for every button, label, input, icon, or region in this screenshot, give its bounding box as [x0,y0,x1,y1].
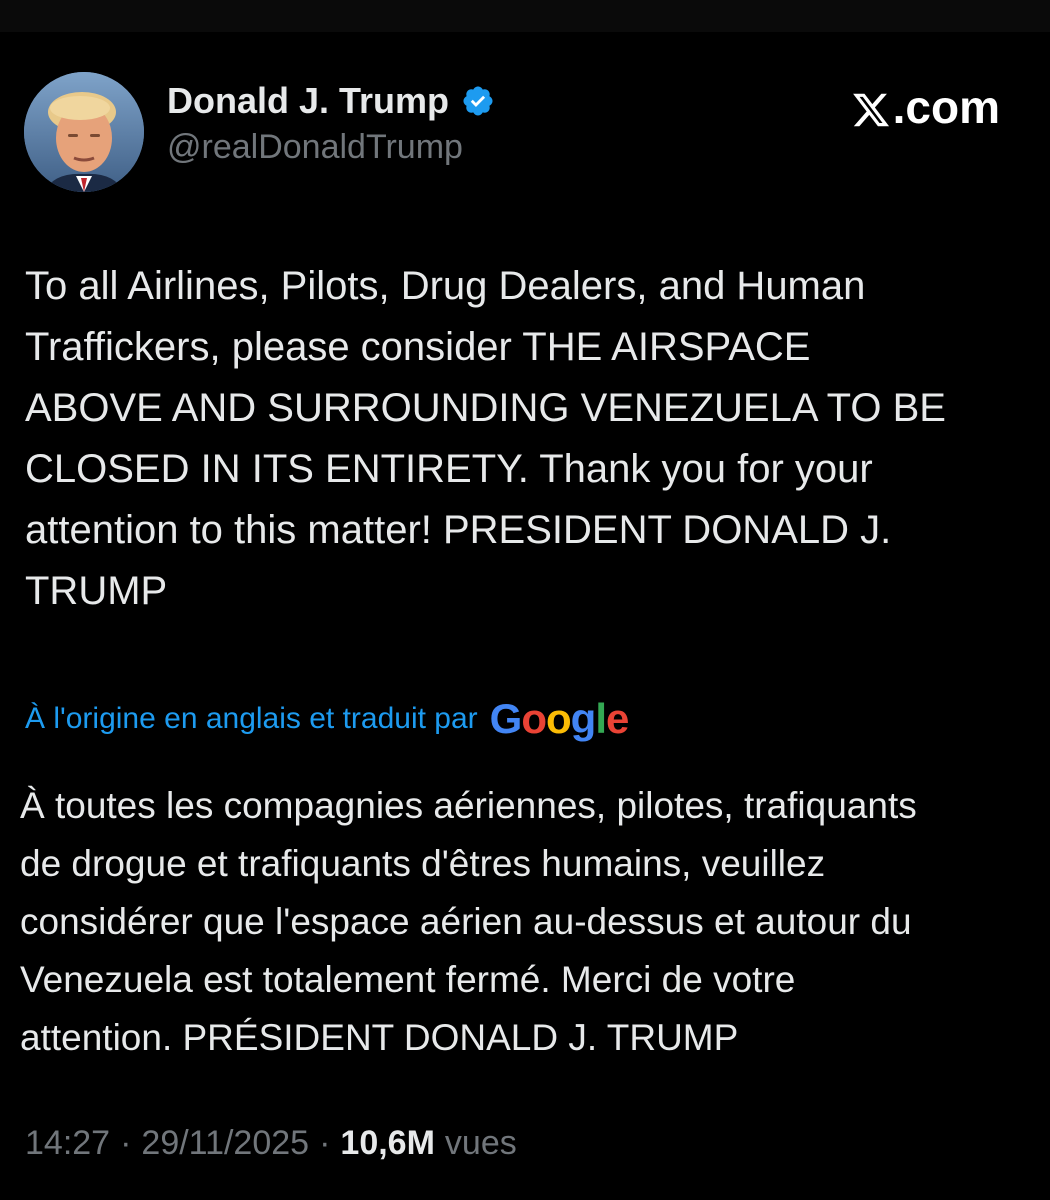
google-letter: g [570,695,597,742]
google-letter: G [489,695,523,742]
verified-badge-icon [461,84,495,118]
google-letter: o [521,695,547,742]
tweet-date[interactable]: 29/11/2025 [141,1124,309,1163]
display-name[interactable]: Donald J. Trump [167,80,449,122]
top-strip [0,0,1050,32]
author-name-row[interactable]: Donald J. Trump [167,78,495,124]
avatar-photo [24,72,144,192]
x-logo-icon [851,87,891,127]
meta-separator: · [319,1123,331,1162]
brand-logo: .com [851,80,1000,134]
translation-label[interactable]: À l'origine en anglais et traduit par [25,702,478,736]
tweet-time[interactable]: 14:27 [25,1124,110,1163]
views-label: vues [444,1123,517,1162]
google-letter: l [595,695,607,742]
brand-domain-text: .com [892,81,1000,133]
tweet-meta: 14:27 · 29/11/2025 · 10,6M vues [25,1120,517,1166]
google-logo: Google [489,695,630,742]
google-letter: o [546,695,572,742]
translated-tweet-text: À toutes les compagnies aériennes, pilot… [20,785,917,1058]
views-count[interactable]: 10,6M [340,1124,435,1163]
avatar[interactable] [24,72,144,192]
google-letter: e [605,695,629,742]
user-handle[interactable]: @realDonaldTrump [167,128,463,167]
meta-separator: · [120,1123,132,1162]
translation-attribution[interactable]: À l'origine en anglais et traduit par Go… [25,694,630,744]
tweet-text: To all Airlines, Pilots, Drug Dealers, a… [25,264,946,613]
